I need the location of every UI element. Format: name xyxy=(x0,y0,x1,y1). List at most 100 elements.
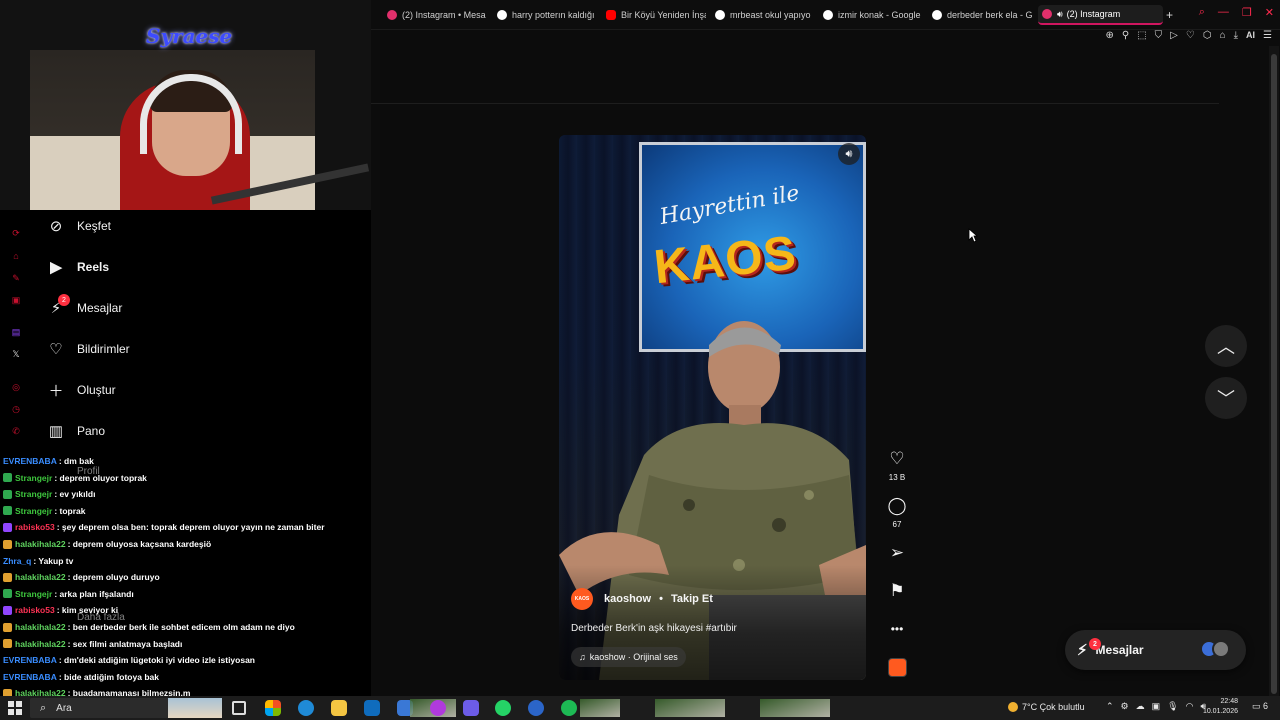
whatsapp-icon[interactable] xyxy=(495,700,511,716)
x-icon[interactable]: 𝕏 xyxy=(10,349,22,361)
play-icon[interactable]: ▷ xyxy=(1170,30,1178,41)
chat-username[interactable]: halakihala22 xyxy=(15,539,66,549)
more-options-button[interactable]: ••• xyxy=(882,620,912,638)
store-icon[interactable] xyxy=(364,700,380,716)
chat-username[interactable]: Zhra_q xyxy=(3,556,31,566)
scrollbar-thumb[interactable] xyxy=(1271,54,1277,694)
search-tabs-icon[interactable]: ⌕ xyxy=(1199,6,1205,19)
rail-icon[interactable]: ▣ xyxy=(10,295,22,307)
heart-icon[interactable]: ♡ xyxy=(1186,30,1195,41)
start-button[interactable] xyxy=(8,701,22,715)
follow-button[interactable]: Takip Et xyxy=(671,593,713,605)
nav-messages[interactable]: ⚡︎ 2 Mesajlar xyxy=(47,294,122,319)
rail-icon[interactable]: ⌂ xyxy=(10,251,22,263)
chat-username[interactable]: EVRENBABA xyxy=(3,672,57,682)
task-view-icon[interactable] xyxy=(232,701,246,715)
new-tab-button[interactable]: + xyxy=(1166,6,1178,24)
copilot-icon[interactable] xyxy=(265,700,281,716)
chat-username[interactable]: Strangejr xyxy=(15,489,52,499)
messages-pill[interactable]: ⚡︎ 2 Mesajlar xyxy=(1065,630,1246,670)
opera-icon[interactable] xyxy=(430,700,446,716)
chat-username[interactable]: Strangejr xyxy=(15,589,52,599)
nav-dashboard[interactable]: ▥ Pano xyxy=(47,420,105,442)
chat-username[interactable]: Strangejr xyxy=(15,506,52,516)
minimize-button[interactable]: — xyxy=(1218,6,1229,19)
close-button[interactable]: ✕ xyxy=(1265,6,1274,19)
cloud-icon[interactable]: ☁︎ xyxy=(1136,701,1145,712)
wifi-icon[interactable]: ◠ xyxy=(1186,701,1194,712)
chat-username[interactable]: halakihala22 xyxy=(15,572,66,582)
extension-icon[interactable]: ⬡ xyxy=(1203,30,1212,41)
chat-message: EVRENBABA: bide atdiğim fotoya bak xyxy=(3,670,159,684)
share-button[interactable]: ➢ xyxy=(882,544,912,562)
nav-create[interactable]: ＋ Oluştur xyxy=(47,379,115,401)
rail-icon[interactable]: ✆ xyxy=(10,426,22,438)
notification-center[interactable]: ▭ 6 xyxy=(1252,701,1268,712)
tray-app-icon[interactable]: ⚙︎ xyxy=(1121,701,1129,712)
nav-explore[interactable]: ⊘ Keşfet xyxy=(47,215,111,237)
more-icon: ••• xyxy=(890,622,904,636)
reel-video[interactable]: Hayrettin ile KAOS 🔊︎ KAOS kaoshow • Tak… xyxy=(559,135,866,680)
chat-username[interactable]: halakihala22 xyxy=(15,688,66,696)
like-button[interactable]: ♡ 13 B xyxy=(882,450,912,483)
menu-icon[interactable]: ☰ xyxy=(1263,30,1272,41)
twitch-icon[interactable]: ▤ xyxy=(10,327,22,339)
tab-izmir-konak[interactable]: izmir konak - Google xyxy=(823,6,923,24)
zoom-icon[interactable]: ⊕ xyxy=(1105,30,1113,41)
pin-icon[interactable]: ⚲ xyxy=(1122,30,1129,41)
taskbar-search[interactable]: ⌕ Ara xyxy=(30,698,222,718)
tab-derbeder-berk[interactable]: derbeder berk ela - G xyxy=(932,6,1032,24)
tab-mrbeast[interactable]: mrbeast okul yapıyo xyxy=(715,6,815,24)
nav-reels[interactable]: ▶︎ Reels xyxy=(47,256,109,278)
rail-icon[interactable]: ⟳ xyxy=(10,228,22,240)
author-username[interactable]: kaoshow xyxy=(604,593,651,605)
discord-icon[interactable] xyxy=(463,700,479,716)
chat-username[interactable]: EVRENBABA xyxy=(3,655,57,665)
tray-app-icon[interactable]: ▣ xyxy=(1152,701,1161,712)
nav-more-ghost[interactable]: Daha fazla xyxy=(77,612,125,623)
previous-reel-button[interactable]: ︿ xyxy=(1205,325,1247,367)
next-reel-button[interactable]: ﹀ xyxy=(1205,377,1247,419)
app-icon[interactable] xyxy=(528,700,544,716)
taskbar-window-preview[interactable] xyxy=(655,699,725,717)
nav-profile-ghost[interactable]: Profil xyxy=(77,466,100,477)
chat-username[interactable]: rabisko53 xyxy=(15,522,55,532)
rail-icon[interactable]: ◎ xyxy=(10,382,22,394)
tab-youtube-video[interactable]: Bir Köyü Yeniden İnşa xyxy=(606,6,706,24)
download-icon[interactable]: ⤓ xyxy=(1234,30,1238,41)
chat-username[interactable]: Strangejr xyxy=(15,473,52,483)
tab-instagram-messages[interactable]: (2) Instagram • Mesa xyxy=(387,6,495,24)
clock-icon[interactable]: ◷ xyxy=(10,404,22,416)
taskbar-window-preview[interactable] xyxy=(580,699,620,717)
spotify-icon[interactable] xyxy=(561,700,577,716)
taskbar-window-preview[interactable] xyxy=(760,699,830,717)
chevron-up-icon[interactable]: ⌃ xyxy=(1106,701,1114,712)
chat-text: : deprem oluyor toprak xyxy=(54,472,147,483)
microphone-icon[interactable]: 🎙︎ xyxy=(1167,701,1178,712)
save-button[interactable]: ⚑ xyxy=(882,582,912,600)
rail-icon[interactable]: ✎ xyxy=(10,273,22,285)
chat-username[interactable]: halakihala22 xyxy=(15,639,66,649)
comment-button[interactable]: ◯ 67 xyxy=(882,497,912,530)
maximize-button[interactable]: ❐ xyxy=(1242,6,1252,19)
notification-icon: ▭ xyxy=(1252,701,1261,711)
taskbar-clock[interactable]: 22:48 10.01.2026 xyxy=(1200,697,1238,717)
tab-harry-potter[interactable]: harry potterın kaldığı xyxy=(497,6,597,24)
chat-username[interactable]: rabisko53 xyxy=(15,605,55,615)
shield-icon[interactable]: ⛉ xyxy=(1155,30,1163,41)
mute-button[interactable]: 🔊︎ xyxy=(838,143,860,165)
chat-username[interactable]: halakihala22 xyxy=(15,622,66,632)
ai-icon[interactable]: AI xyxy=(1246,30,1255,41)
file-explorer-icon[interactable] xyxy=(331,700,347,716)
chat-username[interactable]: EVRENBABA xyxy=(3,456,57,466)
reel-audio-link[interactable]: ♫ kaoshow · Orijinal ses xyxy=(571,647,686,667)
scrollbar[interactable] xyxy=(1269,46,1279,696)
nav-notifications[interactable]: ♡ Bildirimler xyxy=(47,338,129,360)
author-avatar[interactable]: KAOS xyxy=(571,588,593,610)
weather-widget[interactable]: 7°C Çok bulutlu xyxy=(1008,702,1085,712)
screenshot-icon[interactable]: ⬚ xyxy=(1137,30,1146,41)
edge-icon[interactable] xyxy=(298,700,314,716)
tab-instagram-active[interactable]: 🔊︎ (2) Instagram xyxy=(1038,5,1163,25)
audio-thumbnail[interactable] xyxy=(888,658,907,677)
wallet-icon[interactable]: ⌂ xyxy=(1220,30,1226,41)
